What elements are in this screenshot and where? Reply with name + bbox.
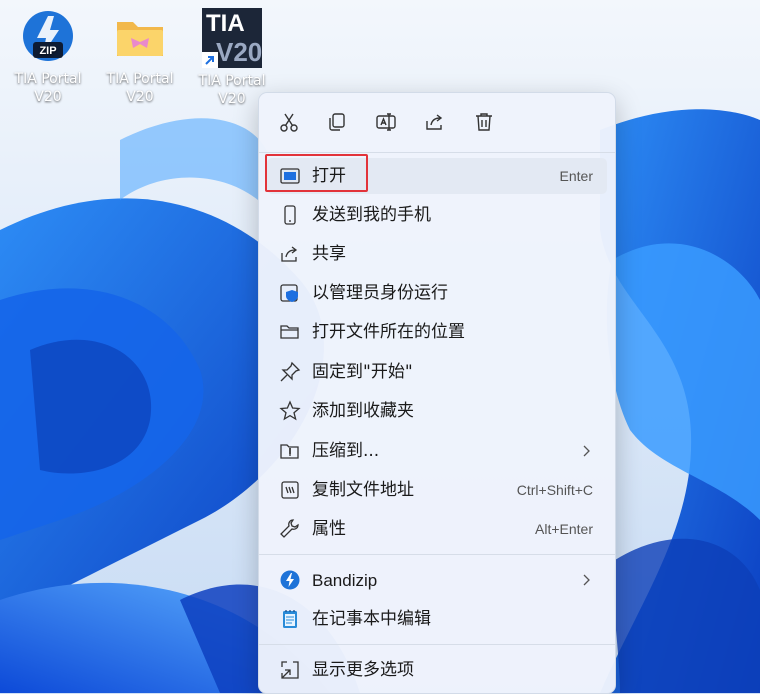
share-icon bbox=[281, 246, 298, 262]
menu-item-label: 打开文件所在的位置 bbox=[312, 322, 465, 342]
menu-item-label: 显示更多选项 bbox=[312, 660, 414, 680]
menu-item-pin-to-start[interactable]: 固定到"开始" bbox=[267, 354, 607, 390]
delete-button[interactable] bbox=[469, 107, 499, 137]
shortcut-arrow-icon bbox=[202, 52, 218, 68]
star-icon bbox=[279, 400, 301, 421]
folder-open-icon bbox=[280, 325, 299, 339]
desktop-icon-zip[interactable]: ZIP TIA Portal V20 bbox=[6, 6, 90, 106]
menu-separator bbox=[259, 152, 615, 153]
desktop-icon-label: TIA Portal V20 bbox=[106, 71, 174, 105]
notepad-icon bbox=[283, 610, 297, 628]
wrench-icon bbox=[280, 519, 299, 538]
menu-item-compress-to[interactable]: 压缩到... bbox=[267, 433, 607, 469]
menu-item-bandizip[interactable]: Bandizip bbox=[267, 562, 607, 598]
copy-button[interactable] bbox=[322, 107, 352, 137]
menu-item-label: 在记事本中编辑 bbox=[312, 609, 431, 629]
menu-item-label: 发送到我的手机 bbox=[312, 205, 431, 225]
rename-icon bbox=[376, 113, 396, 131]
menu-item-label: 压缩到... bbox=[312, 441, 380, 461]
menu-item-shortcut: Alt+Enter bbox=[535, 521, 593, 537]
folder-icon bbox=[111, 8, 169, 66]
compress-folder-icon bbox=[280, 444, 299, 459]
menu-item-copy-file-path[interactable]: 复制文件地址 Ctrl+Shift+C bbox=[267, 472, 607, 508]
zip-archive-icon: ZIP bbox=[19, 8, 77, 66]
context-menu: 打开 Enter 发送到我的手机 共享 以管理员身份运行 打开文件所在的位置 固… bbox=[258, 92, 616, 694]
menu-item-add-to-favorites[interactable]: 添加到收藏夹 bbox=[267, 393, 607, 429]
menu-item-shortcut: Ctrl+Shift+C bbox=[516, 482, 593, 498]
menu-item-label: 共享 bbox=[312, 244, 346, 264]
share-button[interactable] bbox=[420, 107, 450, 137]
cut-button[interactable] bbox=[274, 107, 304, 137]
menu-item-open[interactable]: 打开 Enter bbox=[265, 154, 607, 194]
menu-item-run-as-admin[interactable]: 以管理员身份运行 bbox=[267, 275, 607, 311]
bandizip-icon bbox=[280, 570, 300, 590]
more-options-icon bbox=[281, 661, 299, 679]
delete-icon bbox=[476, 113, 492, 131]
menu-item-label: 以管理员身份运行 bbox=[312, 283, 448, 303]
menu-item-label: Bandizip bbox=[312, 571, 378, 590]
menu-separator bbox=[259, 554, 615, 555]
chevron-right-icon bbox=[583, 574, 590, 586]
tia-shortcut-icon: TIA V20 bbox=[202, 8, 262, 68]
menu-item-send-to-phone[interactable]: 发送到我的手机 bbox=[267, 197, 607, 233]
menu-item-shortcut: Enter bbox=[559, 168, 593, 184]
rename-button[interactable] bbox=[371, 107, 401, 137]
copy-icon bbox=[329, 113, 345, 131]
tia-logo-line2: V20 bbox=[216, 37, 263, 67]
admin-shield-icon bbox=[280, 284, 298, 302]
menu-item-share[interactable]: 共享 bbox=[267, 236, 607, 272]
copy-path-icon bbox=[281, 481, 299, 499]
pin-icon bbox=[280, 361, 301, 382]
chevron-right-icon bbox=[583, 445, 590, 457]
cut-icon bbox=[280, 113, 298, 132]
context-menu-toolbar bbox=[259, 93, 615, 153]
share-icon bbox=[426, 114, 443, 130]
menu-item-show-more-options[interactable]: 显示更多选项 bbox=[267, 652, 607, 688]
menu-item-edit-in-notepad[interactable]: 在记事本中编辑 bbox=[267, 601, 607, 637]
menu-item-label: 固定到"开始" bbox=[312, 362, 413, 382]
menu-separator bbox=[259, 644, 615, 645]
desktop-icon-label: TIA Portal V20 bbox=[14, 71, 82, 105]
menu-item-label: 复制文件地址 bbox=[312, 480, 414, 500]
red-highlight-box bbox=[265, 154, 368, 192]
menu-item-label: 属性 bbox=[312, 519, 346, 539]
svg-text:ZIP: ZIP bbox=[39, 45, 56, 57]
desktop-icon-folder[interactable]: TIA Portal V20 bbox=[98, 6, 182, 106]
menu-item-open-file-location[interactable]: 打开文件所在的位置 bbox=[267, 314, 607, 350]
menu-item-properties[interactable]: 属性 Alt+Enter bbox=[267, 511, 607, 547]
tia-logo-line1: TIA bbox=[206, 10, 245, 37]
menu-item-label: 添加到收藏夹 bbox=[312, 401, 414, 421]
phone-icon bbox=[284, 205, 296, 225]
